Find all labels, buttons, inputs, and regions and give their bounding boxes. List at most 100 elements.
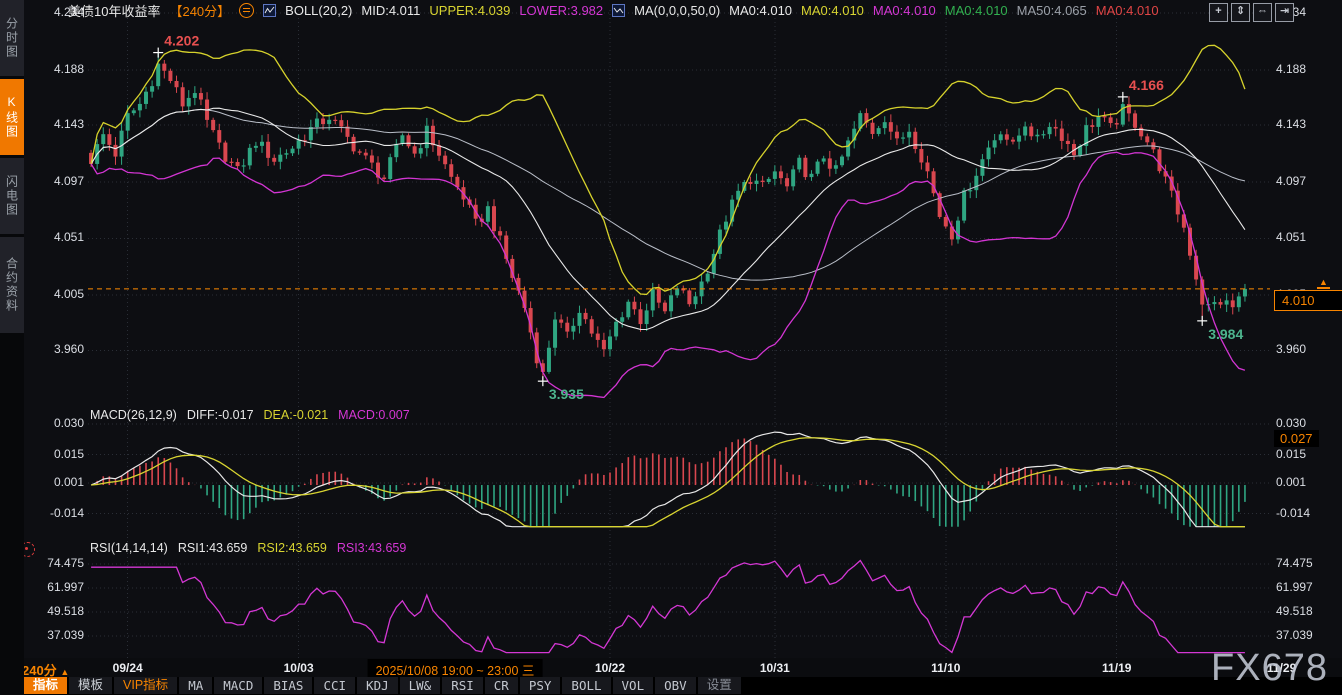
macd-axis-label: 0.015 [1276,447,1306,461]
macd-diff-line [91,432,1245,527]
price-axis-label: 4.097 [1276,174,1306,188]
date-tick-label: 11/19 [1102,661,1131,675]
toolbar-item-BIAS[interactable]: BIAS [264,677,312,694]
boll-chip-glyph [263,4,276,17]
sidebar-item-2[interactable]: K线图 [0,79,24,155]
date-tick-label: 09/24 [113,661,143,675]
price-axis-label: 4.097 [20,174,84,188]
period-selector-label: 240分 [22,663,57,678]
macd-panel-header: MACD(26,12,9) DIFF:-0.017 DEA:-0.021 MAC… [90,408,410,422]
sidebar-item-1[interactable]: 分时图 [0,0,24,76]
macd-dea-value: DEA:-0.021 [264,408,329,422]
boll-indicator-icon[interactable] [263,4,276,17]
ma-value: MA0:4.010 [729,3,792,18]
macd-chart-canvas[interactable] [88,406,1270,535]
price-annotations: 4.2023.9354.1663.984 [153,33,1243,403]
time-axis: 240分 ▲ 09/2410/0310/2210/3111/1011/1911/… [0,658,1342,677]
extreme-price-label: 3.984 [1208,326,1243,342]
rsi-chart-canvas[interactable] [88,537,1270,658]
toolbar-item-RSI[interactable]: RSI [442,677,483,694]
date-tick-label: 11/29 [1267,661,1296,675]
rsi1-value: RSI1:43.659 [178,541,248,555]
dock-right-icon[interactable]: ⇥ [1275,3,1294,22]
macd-axis-label: 0.001 [20,475,84,489]
candles-layer [89,53,1247,382]
price-axis-label: 3.960 [20,342,84,356]
rsi-panel-header: RSI(14,14,14) RSI1:43.659 RSI2:43.659 RS… [90,541,406,555]
main-price-chart-canvas[interactable]: 4.2023.9354.1663.984 [88,10,1270,405]
macd-macd-value: MACD:0.007 [338,408,410,422]
ma-value: MA0:4.010 [945,3,1008,18]
toolbar-item-CR[interactable]: CR [485,677,518,694]
chart-window-controls: +⇕⇔⇥ [1209,3,1294,22]
boll-upper: UPPER:4.039 [429,3,510,18]
price-axis-label: 4.051 [20,230,84,244]
sidebar-item-4[interactable]: 合约资料 [0,237,24,333]
date-tick-label: 10/31 [760,661,790,675]
ma-value: MA0:4.010 [873,3,936,18]
macd-axis-label: 0.001 [1276,475,1306,489]
price-axis-label: 3.960 [1276,342,1306,356]
toolbar-item-MA[interactable]: MA [179,677,212,694]
ma-indicator-icon[interactable] [612,4,625,17]
ma-chip-glyph [612,4,625,17]
boll-label: BOLL(20,2) [285,3,352,18]
last-price-label: 4.010 [1274,290,1342,311]
toolbar-item-CCI[interactable]: CCI [314,677,355,694]
macd-axis-label: -0.014 [20,506,84,520]
indicator-toolbar: 指标模板VIP指标MAMACDBIASCCIKDJLW&RSICRPSYBOLL… [0,677,1342,695]
pan-icon[interactable]: + [1209,3,1228,22]
toolbar-item-指标[interactable]: 指标 [24,677,67,694]
price-axis-label: 4.143 [1276,117,1306,131]
boll-mid: MID:4.011 [361,3,420,18]
macd-axis-label: 0.030 [1276,416,1306,430]
ma-values: MA0:4.010 MA0:4.010 MA0:4.010 MA0:4.010 MA50… [729,3,1158,18]
left-sidebar: 分时图 K线图闪电图合约资料 [0,0,24,695]
trading-chart-app: 分时图 K线图闪电图合约资料 美债10年收益率 【240分】 BOLL(20,2)… [0,0,1342,695]
rsi-axis-label: 49.518 [20,604,84,618]
grid [88,10,1270,405]
rsi3-value: RSI3:43.659 [337,541,407,555]
toolbar-item-LW&[interactable]: LW& [400,677,441,694]
scroll-to-latest-icon[interactable]: ▲ [1317,278,1330,289]
collapse-panel-icon[interactable] [239,3,254,18]
price-axis-label: 4.051 [1276,230,1306,244]
macd-axis-label: -0.014 [1276,506,1310,520]
scale-vertical-icon[interactable]: ⇕ [1231,3,1250,22]
grid [88,537,1270,658]
price-axis-label: 4.143 [20,117,84,131]
rsi-axis-label: 49.518 [1276,604,1313,618]
overlay-lines [91,45,1245,397]
rsi-axis-label: 37.039 [20,628,84,642]
ma-value: MA50:4.065 [1017,3,1087,18]
toolbar-item-VOL[interactable]: VOL [613,677,654,694]
rsi-axis-label: 74.475 [20,556,84,570]
date-tick-label: 10/03 [284,661,314,675]
extreme-price-label: 4.202 [164,33,199,49]
sidebar-item-3[interactable]: 闪电图 [0,158,24,234]
macd-params: MACD(26,12,9) [90,408,177,422]
toolbar-item-MACD[interactable]: MACD [214,677,262,694]
boll-mid-line [91,108,1245,329]
macd-axis-label: 0.015 [20,447,84,461]
toolbar-item-设置[interactable]: 设置 [698,677,741,694]
toolbar-item-BOLL[interactable]: BOLL [562,677,610,694]
toolbar-item-KDJ[interactable]: KDJ [357,677,398,694]
boll-lower: LOWER:3.982 [519,3,603,18]
scale-horizontal-icon[interactable]: ⇔ [1253,3,1272,22]
rsi-params: RSI(14,14,14) [90,541,168,555]
chart-header: 美债10年收益率 【240分】 BOLL(20,2) MID:4.011 UPP… [68,0,1159,21]
date-tick-label: 10/22 [595,661,625,675]
toolbar-item-VIP指标[interactable]: VIP指标 [114,677,177,694]
price-axis-label: 4.005 [20,287,84,301]
boll-upper-line [91,45,1245,294]
rsi-line [91,561,1245,653]
price-axis-label: 4.188 [20,62,84,76]
ma-value: MA0:4.010 [801,3,864,18]
toolbar-item-OBV[interactable]: OBV [655,677,696,694]
macd-diff-value: DIFF:-0.017 [187,408,254,422]
toolbar-item-模板[interactable]: 模板 [69,677,112,694]
extreme-price-label: 4.166 [1129,77,1164,93]
toolbar-item-PSY[interactable]: PSY [520,677,561,694]
period-label[interactable]: 【240分】 [169,1,230,20]
